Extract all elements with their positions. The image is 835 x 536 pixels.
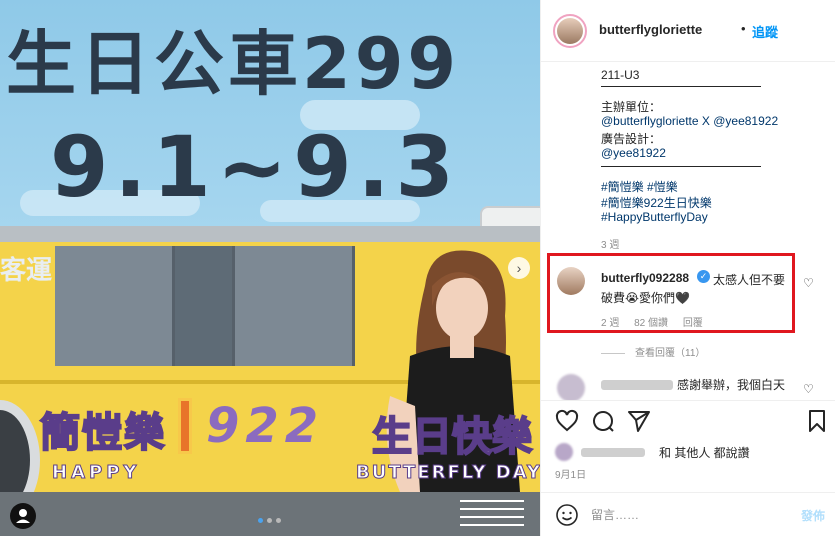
caption-hashtag-link[interactable]: #簡愷樂922生日快樂 <box>601 194 712 211</box>
bus-butterfly-text: BUTTERFLY DAY <box>356 462 540 484</box>
caption-divider <box>601 86 761 87</box>
comment-reply-button[interactable]: 回覆 <box>683 318 703 329</box>
comment-like-heart-icon[interactable]: ♡ <box>803 276 814 290</box>
carousel-dot <box>258 518 263 523</box>
comment-avatar[interactable] <box>557 374 585 400</box>
comment-text: 太感人但不要 <box>713 273 786 287</box>
save-bookmark-icon[interactable] <box>805 409 829 433</box>
header-separator: • <box>741 21 746 36</box>
comment-text: 破費😭愛你們🖤 <box>601 291 690 305</box>
caption-mention-link[interactable]: @butterflygloriette X @yee81922 <box>601 114 778 128</box>
bus-light-marker <box>178 398 192 454</box>
view-replies-button[interactable]: 查看回覆（11） <box>601 344 705 359</box>
caption-line: 主辦單位： <box>601 100 662 114</box>
verified-badge-icon: ✓ <box>697 270 710 283</box>
comment-username[interactable]: butterfly092288 <box>601 271 689 285</box>
user-icon <box>16 509 30 523</box>
comment-likes-count[interactable]: 82 個讚 <box>634 318 668 329</box>
comment-meta: 2 週 82 個讚 回覆 <box>601 314 715 329</box>
comment-bubble-icon[interactable] <box>591 409 615 433</box>
comment-like-heart-icon[interactable]: ♡ <box>803 382 814 396</box>
caption-hashtag-link[interactable]: #簡愷樂 #愷樂 <box>601 178 678 195</box>
caption-line: 211-U3 <box>601 68 640 82</box>
comment-timestamp[interactable]: 2 週 <box>601 318 619 329</box>
caption-hashtag-link[interactable]: #HappyButterflyDay <box>601 210 708 224</box>
window-pane <box>55 246 175 366</box>
bus-happy-text: HAPPY <box>51 462 141 484</box>
carousel-dots <box>258 518 281 523</box>
author-username[interactable]: butterflygloriette <box>599 22 702 37</box>
carousel-dot <box>276 518 281 523</box>
share-paper-plane-icon[interactable] <box>627 409 651 433</box>
comment-avatar[interactable] <box>557 267 585 295</box>
comments-list[interactable]: 211-U3 主辦單位： @butterflygloriette X @yee8… <box>541 62 835 400</box>
comment-text: 感謝舉辦，我個白天 <box>677 378 786 392</box>
view-replies-label: 查看回覆（11） <box>635 348 706 359</box>
bus-roof <box>0 226 540 242</box>
post-media[interactable]: 生日公車299 9.1~9.3 客運 簡愷樂 922 生日快樂 HAPPY BU… <box>0 0 540 536</box>
liker-avatar[interactable] <box>555 443 573 461</box>
likes-summary[interactable]: 和 其他人 都說讚 <box>659 444 750 461</box>
bus-name-text: 簡愷樂 <box>39 409 166 457</box>
headline-dates: 9.1~9.3 <box>50 118 460 216</box>
caption-line: 廣告設計： <box>601 132 662 146</box>
caption-mention-link[interactable]: @yee81922 <box>601 146 666 160</box>
carousel-next-button[interactable]: › <box>508 257 530 279</box>
post-actions: 和 其他人 都說讚 9月1日 <box>541 400 835 496</box>
author-avatar[interactable] <box>553 14 587 48</box>
emoji-icon[interactable] <box>555 503 579 527</box>
post-comment-button[interactable]: 發佈 <box>801 507 825 524</box>
bus-number-text: 922 <box>206 398 325 454</box>
tagged-users-button[interactable] <box>10 503 36 529</box>
post-side-panel: butterflygloriette • 追蹤 211-U3 主辦單位： @bu… <box>540 0 835 536</box>
bus-roof-rail <box>480 206 540 228</box>
liker-username-blurred[interactable] <box>581 448 645 457</box>
bus-window <box>55 246 355 366</box>
window-pane <box>235 246 355 366</box>
like-heart-icon[interactable] <box>555 409 579 433</box>
caption-divider <box>601 166 761 167</box>
bus-birthday-text: 生日快樂 <box>371 413 533 461</box>
add-comment-bar: 發佈 <box>541 492 835 536</box>
post-header: butterflygloriette • 追蹤 <box>541 0 835 62</box>
comment-input[interactable] <box>591 505 781 525</box>
post-date[interactable]: 9月1日 <box>555 466 586 481</box>
caption-timestamp[interactable]: 3 週 <box>601 236 619 251</box>
bus-company-text: 客運 <box>0 256 53 286</box>
headline-bus-title: 生日公車299 <box>6 23 461 105</box>
bus-lower-panel <box>0 492 540 536</box>
carousel-dot <box>267 518 272 523</box>
follow-button[interactable]: 追蹤 <box>752 22 778 41</box>
window-pane <box>175 246 235 366</box>
replies-line <box>601 352 625 354</box>
bus-vent <box>460 500 524 536</box>
comment-username-blurred[interactable] <box>601 380 673 390</box>
